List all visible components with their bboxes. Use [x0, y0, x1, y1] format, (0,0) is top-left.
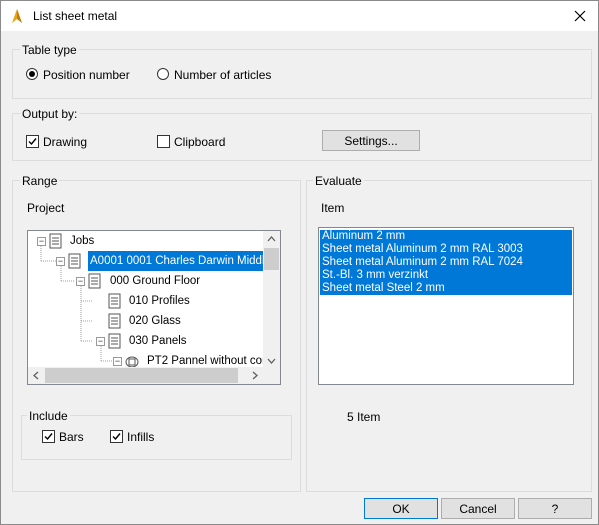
collapse-icon[interactable]: −: [96, 337, 105, 346]
help-button[interactable]: ?: [518, 498, 592, 519]
tree-node-jobs[interactable]: Jobs: [70, 231, 94, 251]
list-item[interactable]: St.-Bl. 3 mm verzinkt: [320, 269, 572, 282]
number-of-articles-radio[interactable]: [157, 68, 169, 80]
collapse-icon[interactable]: −: [113, 357, 122, 366]
bars-label[interactable]: Bars: [59, 430, 84, 444]
position-number-label[interactable]: Position number: [43, 68, 130, 82]
close-button[interactable]: [562, 1, 598, 31]
section-document-icon: [108, 333, 121, 349]
bars-checkbox[interactable]: [42, 430, 55, 443]
tree-node-glass[interactable]: 020 Glass: [129, 311, 181, 331]
project-label: Project: [27, 201, 65, 215]
scrollbar-thumb[interactable]: [45, 368, 238, 383]
tree-node-panels[interactable]: 030 Panels: [129, 331, 187, 351]
infills-label[interactable]: Infills: [127, 430, 154, 444]
scroll-left-icon[interactable]: [28, 367, 45, 384]
position-number-radio[interactable]: [26, 68, 38, 80]
dialog-window: List sheet metal Table type Position num…: [0, 0, 599, 525]
scroll-up-icon[interactable]: [263, 231, 280, 248]
job-document-icon: [68, 253, 81, 269]
collapse-icon[interactable]: −: [76, 277, 85, 286]
tree-node-profiles[interactable]: 010 Profiles: [129, 291, 190, 311]
project-tree[interactable]: − Jobs − A0001 0001 Charles Darwin Middl…: [27, 230, 281, 385]
infills-checkbox[interactable]: [110, 430, 123, 443]
list-item[interactable]: Sheet metal Aluminum 2 mm RAL 7024: [320, 256, 572, 269]
section-document-icon: [108, 293, 121, 309]
output-by-label: Output by:: [20, 107, 80, 121]
drawing-label[interactable]: Drawing: [43, 135, 87, 149]
clipboard-label[interactable]: Clipboard: [174, 135, 225, 149]
table-type-label: Table type: [20, 43, 79, 57]
collapse-icon[interactable]: −: [37, 237, 46, 246]
window-title: List sheet metal: [33, 9, 118, 23]
range-label: Range: [20, 174, 60, 188]
section-document-icon: [108, 313, 121, 329]
item-count-text: 5 Item: [347, 410, 381, 424]
tree-vertical-scrollbar[interactable]: [263, 231, 280, 369]
radio-selected-dot: [29, 71, 35, 77]
cancel-button[interactable]: Cancel: [441, 498, 515, 519]
collapse-icon[interactable]: −: [56, 257, 65, 266]
list-item[interactable]: Sheet metal Aluminum 2 mm RAL 3003: [320, 243, 572, 256]
close-icon: [574, 10, 586, 22]
evaluate-label: Evaluate: [313, 174, 364, 188]
output-by-group: [12, 113, 592, 161]
scroll-right-icon[interactable]: [246, 367, 263, 384]
scrollbar-thumb[interactable]: [264, 248, 279, 270]
list-item[interactable]: Aluminum 2 mm: [320, 230, 572, 243]
item-listbox[interactable]: Aluminum 2 mm Sheet metal Aluminum 2 mm …: [318, 227, 574, 385]
tree-node-job-a0001[interactable]: A0001 0001 Charles Darwin Middle S: [88, 251, 280, 271]
tree-horizontal-scrollbar[interactable]: [28, 367, 280, 384]
title-bar: List sheet metal: [1, 1, 598, 31]
app-logo-icon: [12, 9, 22, 23]
tree-node-ground-floor[interactable]: 000 Ground Floor: [110, 271, 200, 291]
checkmark-icon: [44, 433, 53, 441]
settings-button[interactable]: Settings...: [322, 130, 420, 151]
floor-document-icon: [88, 273, 101, 289]
checkmark-icon: [28, 138, 37, 146]
drawing-checkbox[interactable]: [26, 135, 39, 148]
ok-button[interactable]: OK: [364, 498, 438, 519]
include-label: Include: [27, 409, 70, 423]
clipboard-checkbox[interactable]: [157, 135, 170, 148]
number-of-articles-label[interactable]: Number of articles: [174, 68, 271, 82]
list-item[interactable]: Sheet metal Steel 2 mm: [320, 282, 572, 295]
checkmark-icon: [112, 433, 121, 441]
item-label: Item: [321, 201, 345, 215]
folder-document-icon: [49, 233, 62, 249]
